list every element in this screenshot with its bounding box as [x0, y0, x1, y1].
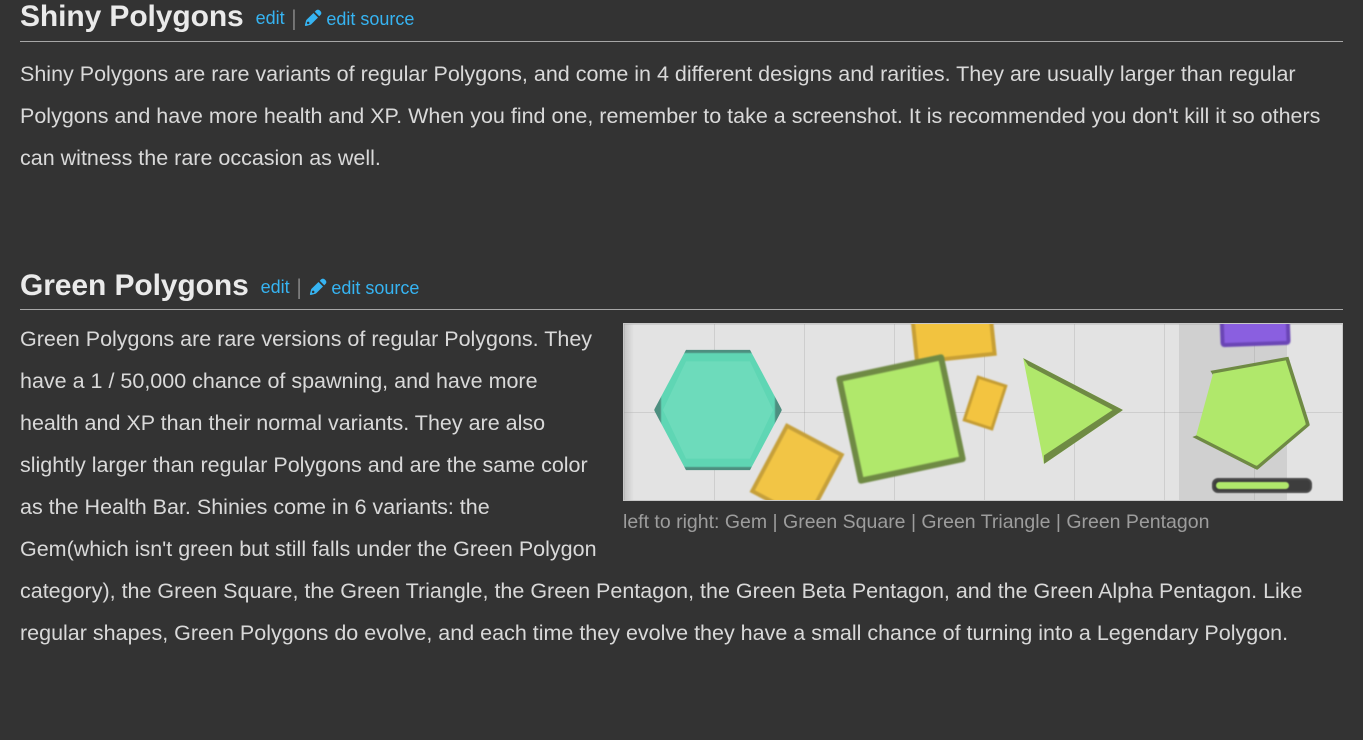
- purple-shape: [1219, 324, 1291, 348]
- section-green-polygons-header: Green Polygons edit | edit source: [0, 269, 1363, 310]
- edit-source-link[interactable]: edit source: [303, 8, 414, 28]
- section-edit-links: edit | edit source: [261, 274, 420, 299]
- edit-source-label: edit source: [326, 9, 415, 29]
- edit-source-label: edit source: [331, 277, 420, 298]
- left-edge-shade: [624, 324, 634, 500]
- heading-row: Shiny Polygons edit | edit source: [20, 0, 1343, 35]
- health-bar-fill: [1216, 482, 1289, 489]
- pencil-icon: [308, 277, 328, 297]
- green-polygons-figure: left to right: Gem | Green Square | Gree…: [623, 323, 1343, 537]
- figure-caption: left to right: Gem | Green Square | Gree…: [623, 511, 1210, 533]
- shiny-polygons-paragraph: Shiny Polygons are rare variants of regu…: [20, 61, 1321, 170]
- green-square-shape: [835, 353, 967, 485]
- section-title-shiny-polygons: Shiny Polygons: [20, 0, 244, 33]
- green-polygons-content: left to right: Gem | Green Square | Gree…: [0, 318, 1363, 654]
- wiki-article-page: Shiny Polygons edit | edit source Shiny …: [0, 0, 1363, 740]
- section-shiny-polygons-header: Shiny Polygons edit | edit source: [0, 0, 1363, 42]
- green-polygons-thumbnail[interactable]: [623, 323, 1343, 501]
- pencil-icon: [303, 8, 323, 28]
- heading-rule: [20, 40, 1343, 42]
- edit-source-link[interactable]: edit source: [308, 277, 419, 297]
- section-title-green-polygons: Green Polygons: [20, 268, 249, 302]
- link-separator: |: [291, 5, 297, 31]
- heading-rule: [20, 309, 1343, 310]
- edit-link[interactable]: edit: [261, 278, 290, 296]
- health-bar: [1212, 478, 1312, 493]
- heading-row: Green Polygons edit | edit source: [20, 269, 1343, 304]
- edit-link[interactable]: edit: [256, 9, 285, 27]
- link-separator: |: [296, 274, 302, 299]
- section-edit-links: edit | edit source: [256, 5, 415, 31]
